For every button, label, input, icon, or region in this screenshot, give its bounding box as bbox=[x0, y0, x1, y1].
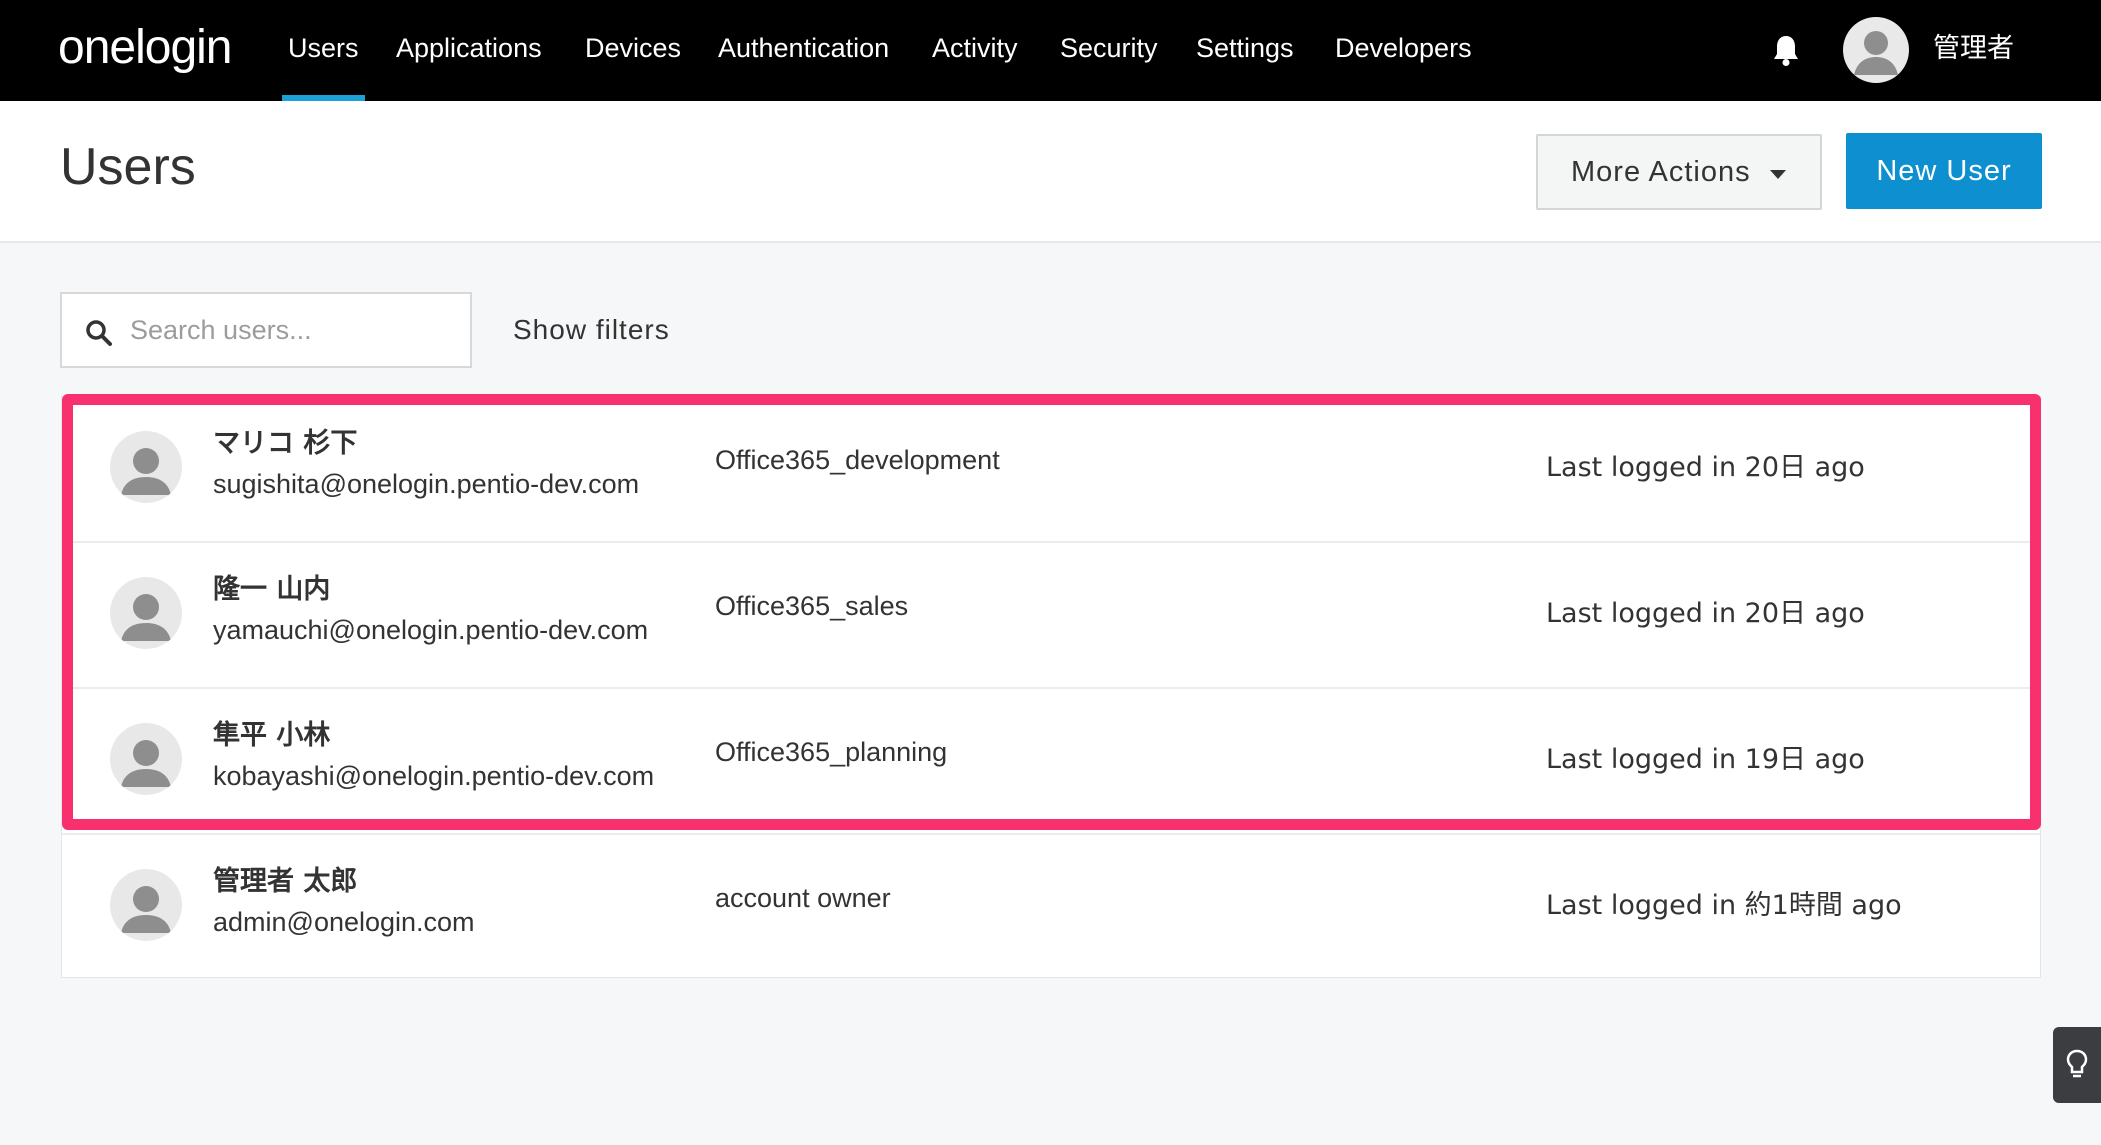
nav-settings[interactable]: Settings bbox=[1196, 0, 1294, 101]
user-row[interactable]: マリコ 杉下 sugishita@onelogin.pentio-dev.com… bbox=[62, 397, 2040, 543]
nav-users[interactable]: Users bbox=[282, 0, 364, 101]
page-title: Users bbox=[60, 138, 196, 196]
user-last-login: Last logged in 20日 ago bbox=[1546, 598, 1865, 629]
search-icon bbox=[85, 319, 113, 347]
account-avatar[interactable] bbox=[1843, 17, 1909, 83]
user-role: account owner bbox=[715, 883, 891, 913]
caret-down-icon bbox=[1770, 170, 1786, 179]
user-name: マリコ 杉下 bbox=[213, 428, 358, 459]
show-filters-link[interactable]: Show filters bbox=[513, 292, 670, 368]
nav-devices[interactable]: Devices bbox=[585, 0, 681, 101]
user-role: Office365_sales bbox=[715, 591, 909, 621]
user-email: kobayashi@onelogin.pentio-dev.com bbox=[213, 761, 655, 791]
nav-activity[interactable]: Activity bbox=[932, 0, 1018, 101]
search-input[interactable] bbox=[130, 294, 460, 366]
user-list: マリコ 杉下 sugishita@onelogin.pentio-dev.com… bbox=[61, 396, 2041, 978]
user-avatar-icon bbox=[110, 431, 182, 503]
user-avatar-icon bbox=[110, 577, 182, 649]
nav-applications[interactable]: Applications bbox=[396, 0, 542, 101]
page-header: Users More Actions bbox=[0, 101, 2101, 243]
user-row[interactable]: 隆一 山内 yamauchi@onelogin.pentio-dev.com O… bbox=[62, 543, 2040, 689]
more-actions-button[interactable]: More Actions bbox=[1536, 134, 1822, 210]
user-email: yamauchi@onelogin.pentio-dev.com bbox=[213, 615, 649, 645]
nav-authentication[interactable]: Authentication bbox=[718, 0, 889, 101]
user-row[interactable]: 隼平 小林 kobayashi@onelogin.pentio-dev.com … bbox=[62, 689, 2040, 835]
user-last-login: Last logged in 20日 ago bbox=[1546, 452, 1865, 483]
onelogin-logo[interactable]: onelogin bbox=[58, 20, 232, 75]
new-user-button[interactable]: New User bbox=[1846, 133, 2042, 209]
user-last-login: Last logged in 約1時間 ago bbox=[1546, 890, 1902, 921]
search-box[interactable] bbox=[60, 292, 472, 368]
account-name[interactable]: 管理者 bbox=[1933, 0, 2014, 101]
lightbulb-icon bbox=[2066, 1049, 2088, 1078]
user-avatar-icon bbox=[110, 869, 182, 941]
nav-security[interactable]: Security bbox=[1060, 0, 1158, 101]
bell-icon[interactable] bbox=[1772, 34, 1800, 66]
user-email: sugishita@onelogin.pentio-dev.com bbox=[213, 469, 640, 499]
user-avatar-icon bbox=[110, 723, 182, 795]
help-tab[interactable] bbox=[2053, 1027, 2101, 1103]
user-email: admin@onelogin.com bbox=[213, 907, 475, 937]
nav-developers[interactable]: Developers bbox=[1335, 0, 1472, 101]
more-actions-label: More Actions bbox=[1571, 155, 1751, 188]
user-last-login: Last logged in 19日 ago bbox=[1546, 744, 1865, 775]
user-role: Office365_planning bbox=[715, 737, 948, 767]
top-navbar: onelogin Users Applications Devices Auth… bbox=[0, 0, 2101, 101]
user-name: 管理者 太郎 bbox=[213, 866, 358, 897]
user-row[interactable]: 管理者 太郎 admin@onelogin.com account owner … bbox=[62, 835, 2040, 981]
user-role: Office365_development bbox=[715, 445, 1000, 475]
user-name: 隼平 小林 bbox=[213, 720, 331, 751]
user-name: 隆一 山内 bbox=[213, 574, 331, 605]
